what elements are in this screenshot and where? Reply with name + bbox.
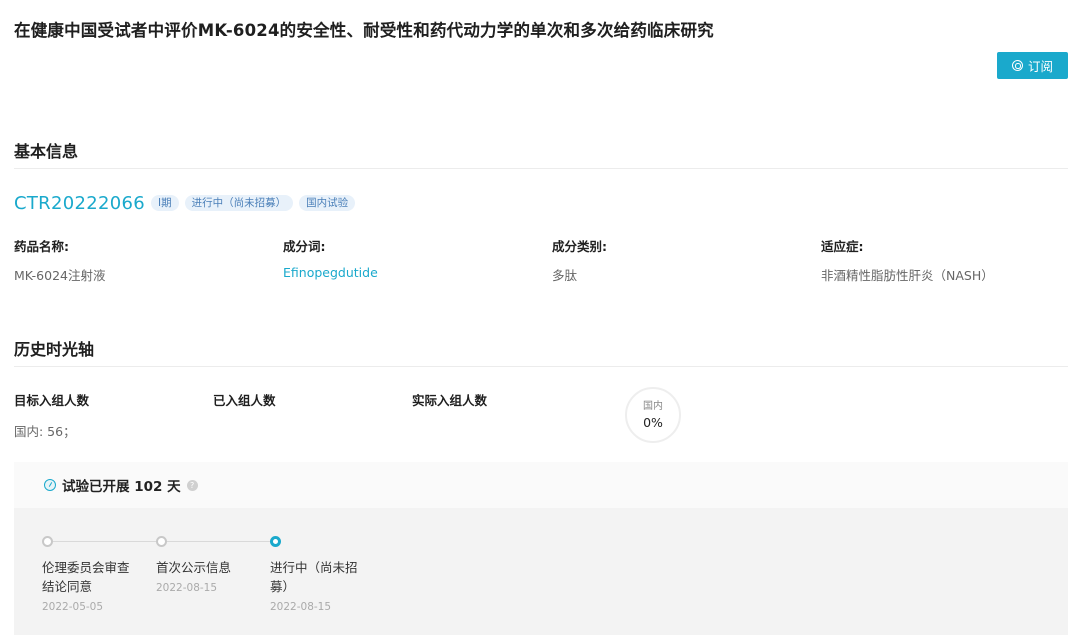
stat-actual-enrollment: 实际入组人数	[412, 390, 487, 421]
stat-value: 国内: 56；	[14, 424, 76, 439]
tag-scope: 国内试验	[299, 195, 356, 211]
field-value: 多肽	[552, 268, 578, 283]
field-value: MK-6024注射液	[14, 268, 106, 283]
stat-label: 已入组人数	[213, 393, 276, 408]
stat-label: 实际入组人数	[412, 393, 488, 408]
timeline-item-title: 伦理委员会审查结论同意	[42, 560, 130, 594]
field-label: 成分词:	[283, 239, 326, 254]
tag-phase: I期	[151, 195, 179, 211]
section-title-basic-info: 基本信息	[14, 142, 79, 161]
timeline-item-date: 2022-08-15	[270, 601, 332, 613]
timeline-panel: 试验已开展 102 天 ? 伦理委员会审查结论同意 2022-05-05 首次公…	[14, 462, 1068, 635]
subscribe-label: 订阅	[1027, 59, 1053, 74]
timeline-item: 伦理委员会审查结论同意 2022-05-05	[42, 558, 137, 613]
field-ingredient: 成分词: Efinopegdutide	[283, 236, 378, 280]
trial-id-link[interactable]: CTR20222066	[14, 193, 145, 214]
section-title-history: 历史时光轴	[14, 340, 95, 359]
page-title: 在健康中国受试者中评价MK-6024的安全性、耐受性和药代动力学的单次和多次给药…	[14, 21, 714, 40]
timeline-item-title: 首次公示信息	[156, 560, 232, 575]
field-indication: 适应症: 非酒精性脂肪性肝炎（NASH）	[821, 236, 994, 284]
enrollment-progress-circle: 国内 0%	[625, 387, 681, 443]
timeline-item: 首次公示信息 2022-08-15	[156, 558, 251, 594]
timeline-item-date: 2022-05-05	[42, 601, 104, 613]
field-label: 药品名称:	[14, 239, 69, 254]
stat-enrolled: 已入组人数	[213, 390, 276, 421]
days-elapsed-text: 试验已开展 102 天	[62, 479, 181, 495]
stat-label: 目标入组人数	[14, 393, 90, 408]
stat-target-enrollment: 目标入组人数 国内: 56；	[14, 390, 89, 440]
clock-icon	[44, 479, 56, 491]
timeline-item-date: 2022-08-15	[156, 582, 218, 594]
field-label: 适应症:	[821, 239, 864, 254]
ingredient-link[interactable]: Efinopegdutide	[283, 265, 378, 280]
tag-status: 进行中（尚未招募）	[184, 195, 294, 211]
timeline-node	[156, 536, 167, 547]
question-icon[interactable]: ?	[186, 479, 198, 491]
timeline-node	[42, 536, 53, 547]
bell-circle-icon	[1011, 60, 1023, 71]
timeline-node-active	[270, 536, 281, 547]
trial-tags: I期 进行中（尚未招募） 国内试验	[151, 195, 356, 211]
days-elapsed-row: 试验已开展 102 天 ?	[44, 475, 198, 495]
timeline-item-title: 进行中（尚未招募）	[270, 560, 358, 594]
timeline-track: 伦理委员会审查结论同意 2022-05-05 首次公示信息 2022-08-15…	[14, 508, 1068, 635]
section-divider	[14, 366, 1068, 367]
field-value: 非酒精性脂肪性肝炎（NASH）	[821, 268, 994, 283]
timeline-item: 进行中（尚未招募） 2022-08-15	[270, 558, 365, 613]
section-divider	[14, 168, 1068, 169]
field-drug-name: 药品名称: MK-6024注射液	[14, 236, 106, 284]
progress-label: 国内	[643, 400, 663, 412]
field-label: 成分类别:	[552, 239, 607, 254]
field-ingredient-category: 成分类别: 多肽	[552, 236, 607, 284]
subscribe-button[interactable]: 订阅	[997, 52, 1068, 79]
progress-value: 0%	[643, 414, 663, 430]
